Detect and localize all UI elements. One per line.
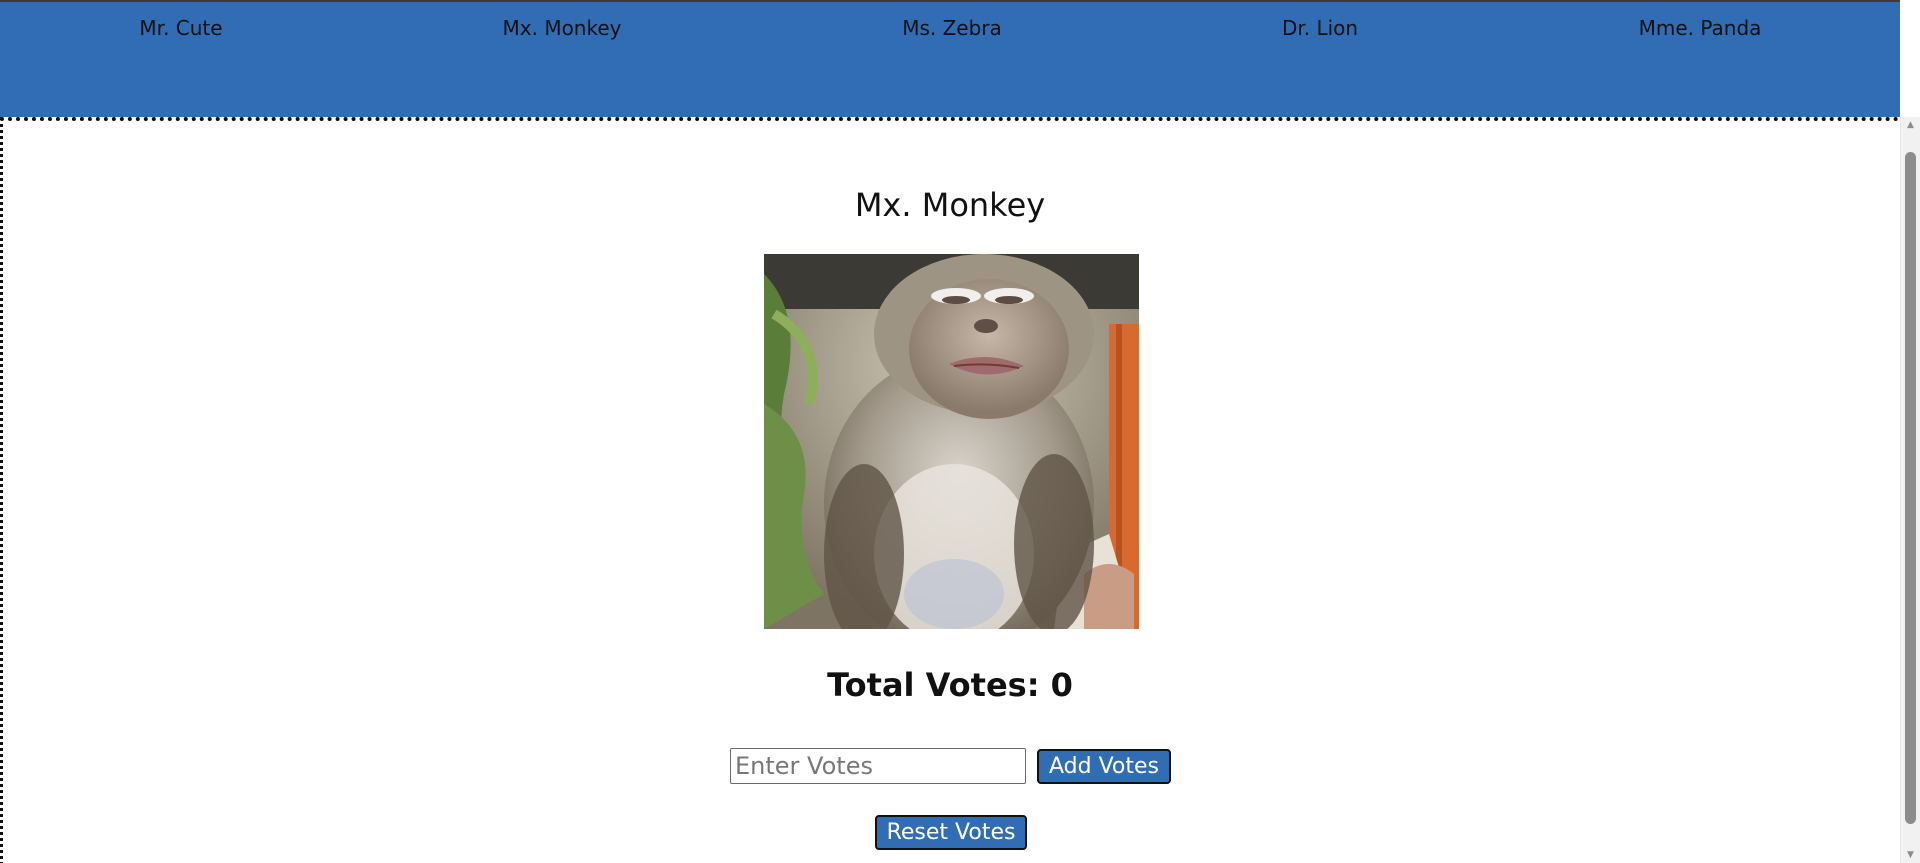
monkey-photo-illustration <box>764 254 1139 629</box>
nav-item-ms-zebra[interactable]: Ms. Zebra <box>902 16 1002 40</box>
nav-item-mme-panda[interactable]: Mme. Panda <box>1639 16 1762 40</box>
animal-photo <box>764 254 1139 629</box>
scroll-up-arrow-icon[interactable]: ▲ <box>1901 119 1920 131</box>
top-nav-bar: Mr. Cute Mx. Monkey Ms. Zebra Dr. Lion M… <box>0 0 1900 119</box>
reset-votes-button[interactable]: Reset Votes <box>875 815 1027 850</box>
nav-item-mr-cute[interactable]: Mr. Cute <box>139 16 222 40</box>
nav-item-dr-lion[interactable]: Dr. Lion <box>1282 16 1358 40</box>
scroll-down-arrow-icon[interactable]: ▼ <box>1901 849 1920 861</box>
animal-name-heading: Mx. Monkey <box>854 186 1046 224</box>
votes-input[interactable] <box>730 748 1026 784</box>
add-votes-button[interactable]: Add Votes <box>1037 749 1171 784</box>
scrollbar-thumb[interactable] <box>1905 152 1916 824</box>
nav-item-mx-monkey[interactable]: Mx. Monkey <box>503 16 622 40</box>
vertical-scrollbar[interactable]: ▲ ▼ <box>1900 117 1920 863</box>
total-votes-count: Total Votes: 0 <box>827 666 1073 704</box>
page: Mr. Cute Mx. Monkey Ms. Zebra Dr. Lion M… <box>0 0 1920 863</box>
